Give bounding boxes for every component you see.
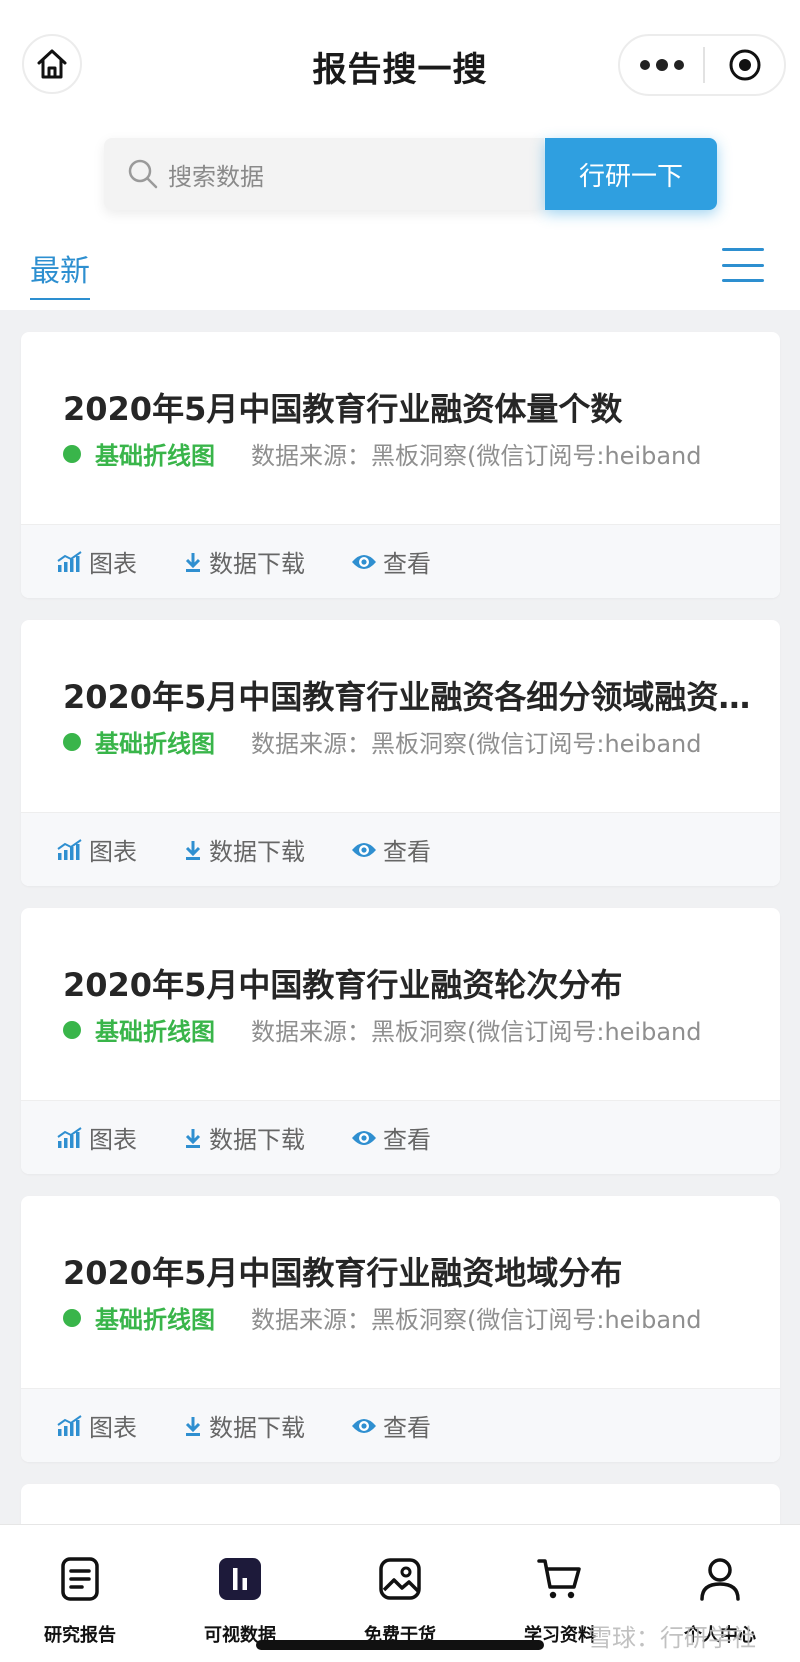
data-source: 数据来源：黑板洞察(微信订阅号:heiband [251,1018,702,1046]
data-source: 数据来源：黑板洞察(微信订阅号:heiband [251,730,702,758]
download-icon [185,1128,201,1148]
report-card[interactable]: 2020年5月中国教育行业融资体量个数 基础折线图 数据来源：黑板洞察(微信订阅… [21,332,780,598]
view-label: 查看 [383,1414,431,1442]
card-title[interactable]: 2020年5月中国教育行业融资体量个数 [63,384,753,430]
menu-line [722,263,764,267]
menu-icon[interactable] [722,248,764,282]
view-button[interactable]: 查看 [351,544,431,579]
chart-icon [57,1126,82,1148]
user-icon [700,1558,740,1601]
tab-research-report[interactable]: 研究报告 [0,1525,160,1662]
chart-type-tag: 基础折线图 [95,442,215,470]
status-dot [63,444,81,463]
top-section: 报告搜一搜 搜索数据 行研一下 最新 [0,0,800,310]
report-card[interactable]: 2020年5月中国教育行业融资地域分布 基础折线图 数据来源：黑板洞察(微信订阅… [21,1196,780,1462]
view-label: 查看 [383,838,431,866]
view-button[interactable]: 查看 [351,832,431,867]
image-icon [379,1558,421,1600]
more-dot-icon [655,59,668,71]
card-meta: 基础折线图 数据来源：黑板洞察(微信订阅号:heiband [63,1012,701,1047]
card-title[interactable]: 2020年5月中国教育行业融资各细分领域融资体量 [63,672,753,718]
card-title[interactable]: 2020年5月中国教育行业融资地域分布 [63,1248,753,1294]
download-button[interactable]: 数据下载 [183,544,305,579]
view-label: 查看 [383,550,431,578]
status-dot [63,1308,81,1327]
chart-label: 图表 [89,1126,137,1154]
chart-label: 图表 [89,838,137,866]
download-icon [185,1416,201,1436]
card-actions: 图表 数据下载 查看 [21,1100,780,1174]
more-dot-icon [673,60,684,70]
chart-label: 图表 [89,550,137,578]
download-icon [185,840,201,860]
chart-icon [57,838,82,860]
chart-icon [57,550,82,572]
report-card[interactable]: 2020年5月中国教育行业融资各细分领域融资体量 基础折线图 数据来源：黑板洞察… [21,620,780,886]
document-icon [61,1557,99,1601]
chart-label: 图表 [89,1414,137,1442]
cart-icon [537,1559,581,1599]
home-indicator [256,1640,544,1650]
card-actions: 图表 数据下载 查看 [21,524,780,598]
chart-type-tag: 基础折线图 [95,730,215,758]
chart-button[interactable]: 图表 [57,544,137,579]
download-button[interactable]: 数据下载 [183,1408,305,1443]
report-card[interactable]: 2020年5月中国教育行业融资轮次分布 基础折线图 数据来源：黑板洞察(微信订阅… [21,908,780,1174]
chart-type-tag: 基础折线图 [95,1018,215,1046]
eye-icon [352,1418,376,1433]
chart-button[interactable]: 图表 [57,832,137,867]
download-label: 数据下载 [209,1414,305,1442]
bar-chart-icon [219,1558,261,1600]
eye-icon [352,1130,376,1145]
card-meta: 基础折线图 数据来源：黑板洞察(微信订阅号:heiband [63,436,701,471]
menu-line [722,248,764,251]
data-source: 数据来源：黑板洞察(微信订阅号:heiband [251,442,702,470]
eye-icon [352,842,376,857]
chart-button[interactable]: 图表 [57,1408,137,1443]
download-button[interactable]: 数据下载 [183,832,305,867]
status-dot [63,1020,81,1039]
target-icon [729,49,760,81]
download-button[interactable]: 数据下载 [183,1120,305,1155]
eye-icon [352,554,376,569]
watermark: 雪球：行研学社 [588,1624,756,1652]
chart-type-tag: 基础折线图 [95,1306,215,1334]
chart-icon [57,1414,82,1436]
view-label: 查看 [383,1126,431,1154]
download-label: 数据下载 [209,1126,305,1154]
tab-label: 研究报告 [44,1625,116,1646]
card-meta: 基础折线图 数据来源：黑板洞察(微信订阅号:heiband [63,1300,701,1335]
mini-program-capsule [618,34,786,96]
status-dot [63,732,81,751]
download-label: 数据下载 [209,550,305,578]
card-actions: 图表 数据下载 查看 [21,812,780,886]
card-meta: 基础折线图 数据来源：黑板洞察(微信订阅号:heiband [63,724,701,759]
data-source: 数据来源：黑板洞察(微信订阅号:heiband [251,1306,702,1334]
download-icon [185,552,201,572]
search-button[interactable]: 行研一下 [545,138,717,210]
search-box[interactable]: 搜索数据 [104,138,544,210]
more-button[interactable] [620,59,703,71]
download-label: 数据下载 [209,838,305,866]
more-dot-icon [639,60,650,70]
menu-line [722,279,764,282]
search-icon [128,159,158,189]
card-title[interactable]: 2020年5月中国教育行业融资轮次分布 [63,960,753,1006]
search-input[interactable]: 搜索数据 [168,157,264,192]
chart-button[interactable]: 图表 [57,1120,137,1155]
close-mini-program-button[interactable] [705,48,784,82]
view-button[interactable]: 查看 [351,1120,431,1155]
tab-latest[interactable]: 最新 [30,246,90,300]
view-button[interactable]: 查看 [351,1408,431,1443]
card-actions: 图表 数据下载 查看 [21,1388,780,1462]
